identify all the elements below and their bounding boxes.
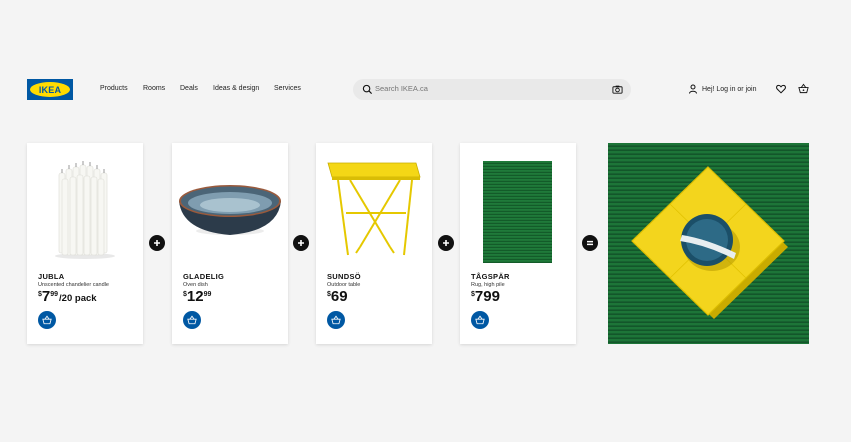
price-whole: 12 — [186, 288, 204, 305]
logo-text: IKEA — [30, 82, 70, 97]
nav-rooms[interactable]: Rooms — [143, 85, 165, 92]
candles-image — [55, 161, 115, 259]
nav-products[interactable]: Products — [100, 85, 128, 92]
plus-icon — [154, 240, 160, 246]
nav-ideas-design[interactable]: Ideas & design — [213, 85, 259, 92]
combined-result-image — [608, 143, 809, 344]
shopping-basket-icon — [331, 315, 341, 325]
oven-dish-image — [179, 185, 281, 235]
account-label: Hej! Log in or join — [702, 85, 757, 93]
product-card-jubla[interactable]: JUBLA Unscented chandelier candle $ 7 99… — [27, 143, 143, 344]
product-price: $ 799 — [471, 289, 500, 305]
product-name: SUNDSÖ — [327, 272, 361, 281]
site-header: IKEA Products Rooms Deals Ideas & design… — [0, 0, 851, 130]
shopping-basket-icon[interactable] — [798, 83, 809, 94]
product-name: GLADELIG — [183, 272, 225, 281]
shopping-basket-icon — [187, 315, 197, 325]
account-link[interactable]: Hej! Log in or join — [688, 84, 756, 94]
heart-icon[interactable] — [776, 84, 786, 94]
price-unit: /20 pack — [59, 293, 97, 304]
nav-deals[interactable]: Deals — [180, 85, 198, 92]
product-price: $ 12 99 — [183, 289, 211, 305]
product-card-gladelig[interactable]: GLADELIG Oven dish $ 12 99 — [172, 143, 288, 344]
product-price: $ 69 — [327, 289, 348, 305]
search-bar[interactable] — [353, 79, 631, 100]
price-cents: 99 — [203, 291, 212, 298]
product-card-tagspar[interactable]: TÅGSPÄR Rug, high pile $ 799 — [460, 143, 576, 344]
shopping-basket-icon — [475, 315, 485, 325]
nav-services[interactable]: Services — [274, 85, 301, 92]
search-icon — [362, 84, 373, 95]
equals-icon — [587, 240, 593, 246]
camera-icon[interactable] — [612, 84, 623, 95]
price-whole: 799 — [474, 288, 500, 305]
user-icon — [689, 84, 697, 94]
ikea-logo[interactable]: IKEA — [27, 79, 73, 100]
add-to-cart-button[interactable] — [471, 311, 489, 329]
add-to-cart-button[interactable] — [38, 311, 56, 329]
price-whole: 69 — [330, 288, 348, 305]
outdoor-table-image — [327, 162, 421, 256]
price-cents: 99 — [50, 291, 59, 298]
plus-operator — [149, 235, 165, 251]
plus-operator — [438, 235, 454, 251]
product-name: TÅGSPÄR — [471, 272, 510, 281]
search-input[interactable] — [375, 84, 575, 93]
product-name: JUBLA — [38, 272, 65, 281]
add-to-cart-button[interactable] — [183, 311, 201, 329]
plus-icon — [443, 240, 449, 246]
plus-icon — [298, 240, 304, 246]
plus-operator — [293, 235, 309, 251]
equals-operator — [582, 235, 598, 251]
price-whole: 7 — [41, 288, 51, 305]
shopping-basket-icon — [42, 315, 52, 325]
rug-image — [483, 161, 552, 263]
table-top-with-bowl-on-rug-image — [608, 143, 809, 344]
product-price: $ 7 99 /20 pack — [38, 289, 97, 305]
add-to-cart-button[interactable] — [327, 311, 345, 329]
product-card-sundso[interactable]: SUNDSÖ Outdoor table $ 69 — [316, 143, 432, 344]
